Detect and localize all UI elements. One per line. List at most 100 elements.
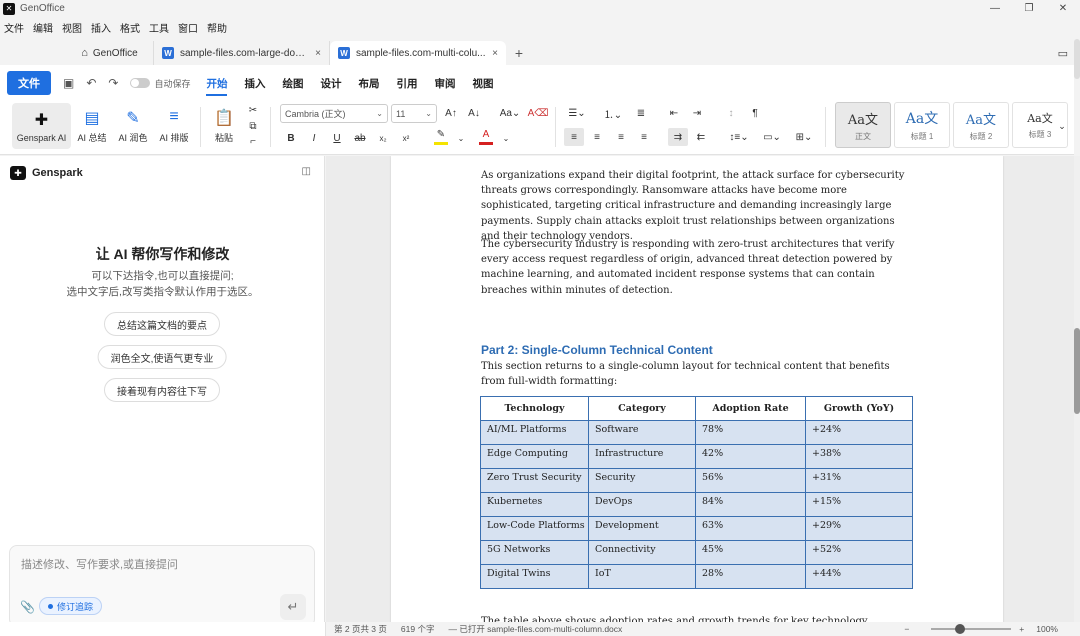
zoom-slider-knob[interactable] [955,624,966,634]
data-table[interactable]: Technology Category Adoption Rate Growth… [480,396,913,589]
table-cell[interactable]: 63% [695,516,806,541]
undo-icon[interactable]: ↶ [86,76,96,90]
file-button[interactable]: 文件 [7,71,51,95]
style-heading-2[interactable]: Aa文 标题 2 [953,102,1009,148]
table-cell[interactable]: +24% [805,420,913,445]
tab-start[interactable]: 开始 [206,76,228,96]
ltr-text-icon[interactable]: ⇉ [668,128,688,146]
send-button[interactable]: ↵ [280,594,306,620]
minimize-button[interactable]: — [978,0,1012,17]
shrink-font-icon[interactable]: A↓ [466,104,482,122]
paragraph[interactable]: As organizations expand their digital fo… [481,168,911,244]
paragraph[interactable]: The cybersecurity industry is responding… [481,237,911,298]
style-heading-1[interactable]: Aa文 标题 1 [894,102,950,148]
new-tab-button[interactable]: + [506,41,532,65]
format-painter-icon[interactable]: ⌐ [246,132,260,150]
table-cell[interactable]: Kubernetes [480,492,589,517]
table-row[interactable]: 5G Networks Connectivity 45% +52% [480,540,913,565]
tab-close-icon[interactable]: × [315,48,321,59]
table-row[interactable]: AI/ML Platforms Software 78% +24% [480,420,913,445]
menu-file[interactable]: 文件 [4,20,24,35]
align-left-icon[interactable]: ≡ [564,128,584,146]
track-changes-toggle[interactable]: 修订追踪 [39,597,103,615]
table-row[interactable]: Low-Code Platforms Development 63% +29% [480,516,913,541]
suggestion-continue[interactable]: 接着现有内容往下写 [104,378,220,402]
tab-design[interactable]: 设计 [320,76,341,91]
table-cell[interactable]: +31% [805,468,913,493]
table-cell[interactable]: 28% [695,564,806,589]
align-right-icon[interactable]: ≡ [614,128,628,146]
table-cell[interactable]: 5G Networks [480,540,589,565]
borders-icon[interactable]: ⊞⌄ [792,128,816,146]
table-cell[interactable]: 84% [695,492,806,517]
menu-help[interactable]: 帮助 [207,20,227,35]
change-case-icon[interactable]: Aa⌄ [499,104,521,122]
table-cell[interactable]: +44% [805,564,913,589]
table-cell[interactable]: +52% [805,540,913,565]
highlight-icon[interactable]: ✎ [434,127,448,145]
styles-more-icon[interactable]: ⌄ [1057,117,1067,135]
increase-indent-icon[interactable]: ⇥ [690,104,704,122]
table-cell[interactable]: +15% [805,492,913,517]
chevron-down-icon[interactable]: ⌄ [456,129,466,147]
table-cell[interactable]: 56% [695,468,806,493]
maximize-button[interactable]: ❐ [1012,0,1046,17]
table-cell[interactable]: AI/ML Platforms [480,420,589,445]
table-header[interactable]: Adoption Rate [695,396,806,421]
zoom-slider[interactable] [931,624,1012,634]
table-header[interactable]: Growth (YoY) [805,396,913,421]
table-cell[interactable]: Zero Trust Security [480,468,589,493]
numbering-icon[interactable]: ⒈⌄ [600,104,626,122]
sort-icon[interactable]: ↕ [724,104,738,122]
table-cell[interactable]: Digital Twins [480,564,589,589]
close-button[interactable]: ✕ [1046,0,1080,17]
clear-format-icon[interactable]: A⌫ [528,104,549,122]
suggestion-polish[interactable]: 润色全文,使语气更专业 [97,345,227,369]
rtl-text-icon[interactable]: ⇇ [694,128,708,146]
underline-icon[interactable]: U [331,129,343,147]
menu-window[interactable]: 窗口 [178,20,198,35]
table-cell[interactable]: Connectivity [588,540,696,565]
tab-review[interactable]: 审阅 [434,76,455,91]
line-spacing-icon[interactable]: ↕≡⌄ [728,128,750,146]
table-cell[interactable]: 42% [695,444,806,469]
menu-tools[interactable]: 工具 [149,20,169,35]
sidebar-toggle-icon[interactable]: ▭ [1058,47,1068,60]
prompt-input[interactable]: 描述修改、写作要求,或直接提问 📎 修订追踪 ↵ [9,545,315,627]
ai-layout-button[interactable]: ≡ AI 排版 [156,103,192,149]
window-scrollbar[interactable] [1074,39,1080,79]
chevron-down-icon[interactable]: ⌄ [501,129,511,147]
menu-insert[interactable]: 插入 [91,20,111,35]
tab-references[interactable]: 引用 [396,76,417,91]
document-scrollbar[interactable] [1074,156,1080,622]
table-cell[interactable]: Infrastructure [588,444,696,469]
document-canvas[interactable]: As organizations expand their digital fo… [326,156,1074,622]
align-center-icon[interactable]: ≡ [590,128,604,146]
grow-font-icon[interactable]: A↑ [443,104,459,122]
table-cell[interactable]: 45% [695,540,806,565]
menu-view[interactable]: 视图 [62,20,82,35]
table-cell[interactable]: Edge Computing [480,444,589,469]
document-page[interactable]: As organizations expand their digital fo… [391,156,1003,622]
multilevel-list-icon[interactable]: ≣ [634,104,648,122]
italic-icon[interactable]: I [308,129,320,147]
table-row[interactable]: Digital Twins IoT 28% +44% [480,564,913,589]
table-cell[interactable]: Low-Code Platforms [480,516,589,541]
tab-draw[interactable]: 绘图 [282,76,303,91]
attach-icon[interactable]: 📎 [20,600,35,614]
bold-icon[interactable]: B [285,129,297,147]
tab-layout[interactable]: 布局 [358,76,379,91]
pilcrow-icon[interactable]: ¶ [748,104,762,122]
table-row[interactable]: Zero Trust Security Security 56% +31% [480,468,913,493]
panel-collapse-icon[interactable]: ◫ [302,166,311,177]
paragraph[interactable]: This section returns to a single-column … [481,359,911,389]
tab-insert[interactable]: 插入 [244,76,265,91]
ai-polish-button[interactable]: ✎ AI 润色 [114,103,152,149]
strikethrough-icon[interactable]: ab [353,129,367,147]
tab-view[interactable]: 视图 [472,76,493,91]
table-cell[interactable]: Security [588,468,696,493]
font-family-select[interactable]: Cambria (正文) ⌄ [280,104,388,123]
decrease-indent-icon[interactable]: ⇤ [667,104,681,122]
genspark-ai-button[interactable]: ✚ Genspark AI [12,103,71,149]
shading-icon[interactable]: ▭⌄ [760,128,784,146]
